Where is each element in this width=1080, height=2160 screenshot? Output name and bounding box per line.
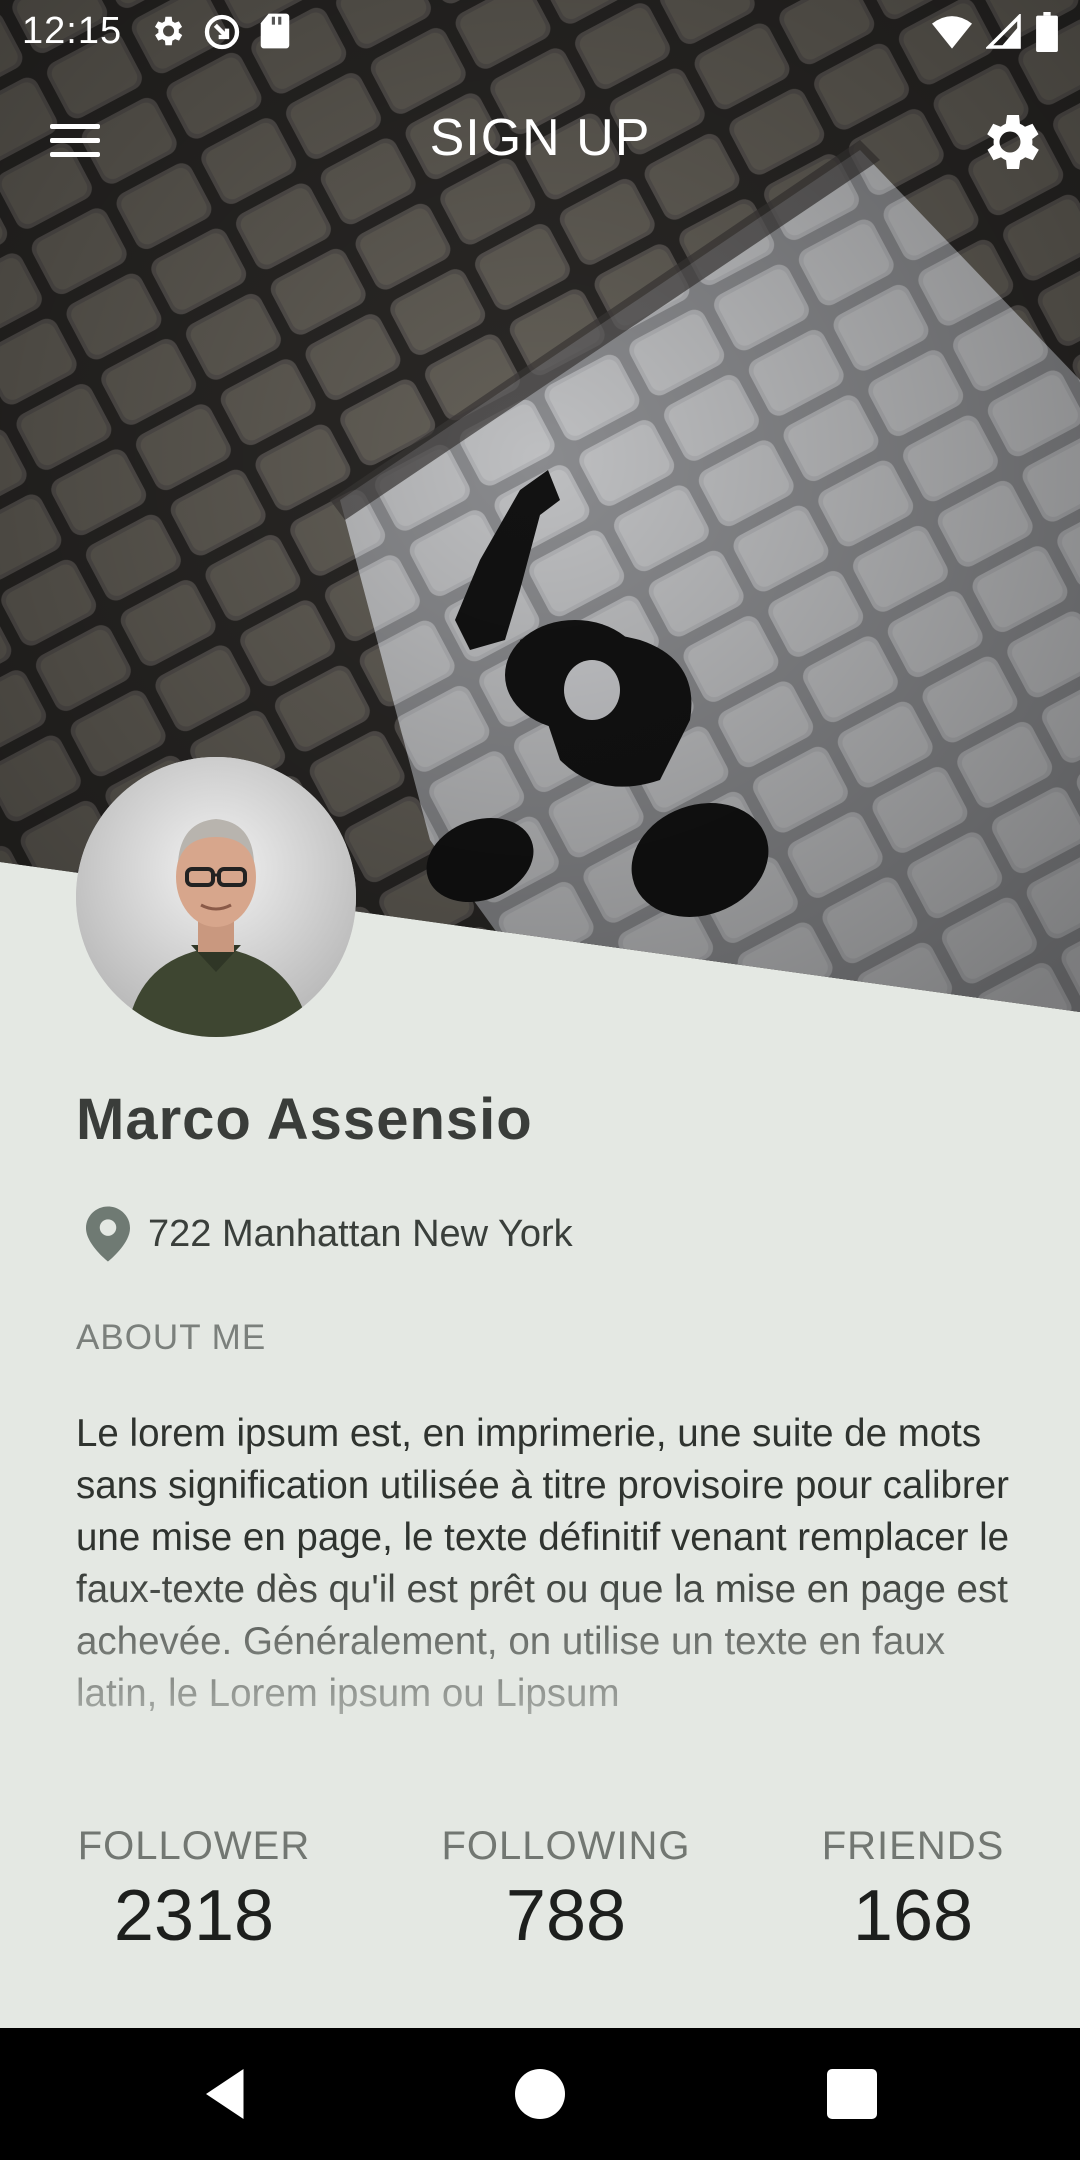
recents-button[interactable] xyxy=(822,2064,882,2124)
stat-value: 168 xyxy=(852,1876,974,1956)
gear-icon xyxy=(987,115,1039,169)
location-row: 722 Manhattan New York xyxy=(86,1206,573,1262)
page-title: SIGN UP xyxy=(429,109,651,167)
stat-value: 2318 xyxy=(113,1876,275,1956)
stat-follower[interactable]: FOLLOWER 2318 xyxy=(76,1824,312,1957)
sd-card-icon xyxy=(260,13,290,49)
stat-label: FOLLOWING xyxy=(441,1824,691,1868)
home-button[interactable] xyxy=(510,2064,570,2124)
navigation-bar xyxy=(0,2028,1080,2160)
recents-square-icon xyxy=(827,2069,877,2119)
home-circle-icon xyxy=(515,2069,565,2119)
stat-friends[interactable]: FRIENDS 168 xyxy=(818,1824,1008,1957)
battery-icon xyxy=(1036,12,1058,52)
stat-label: FRIENDS xyxy=(821,1824,1005,1868)
signal-icon xyxy=(986,14,1021,49)
sync-icon xyxy=(204,14,240,50)
location-text: 722 Manhattan New York xyxy=(148,1212,573,1255)
app-bar: SIGN UP xyxy=(0,92,1080,192)
profile-name: Marco Assensio xyxy=(76,1087,533,1152)
stat-value: 788 xyxy=(505,1876,627,1956)
wifi-icon xyxy=(932,16,972,49)
avatar[interactable] xyxy=(76,757,356,1037)
status-time: 12:15 xyxy=(22,10,123,52)
back-triangle-icon xyxy=(206,2069,244,2119)
gear-icon xyxy=(154,16,183,46)
about-label: ABOUT ME xyxy=(76,1318,267,1357)
about-text: Le lorem ipsum est, en imprimerie, une s… xyxy=(76,1412,1010,1715)
stat-label: FOLLOWER xyxy=(77,1824,311,1868)
location-pin-icon xyxy=(86,1206,130,1262)
settings-button[interactable] xyxy=(974,106,1046,178)
back-button[interactable] xyxy=(196,2064,256,2124)
status-bar: 12:15 xyxy=(0,0,1080,66)
stat-following[interactable]: FOLLOWING 788 xyxy=(436,1824,696,1957)
